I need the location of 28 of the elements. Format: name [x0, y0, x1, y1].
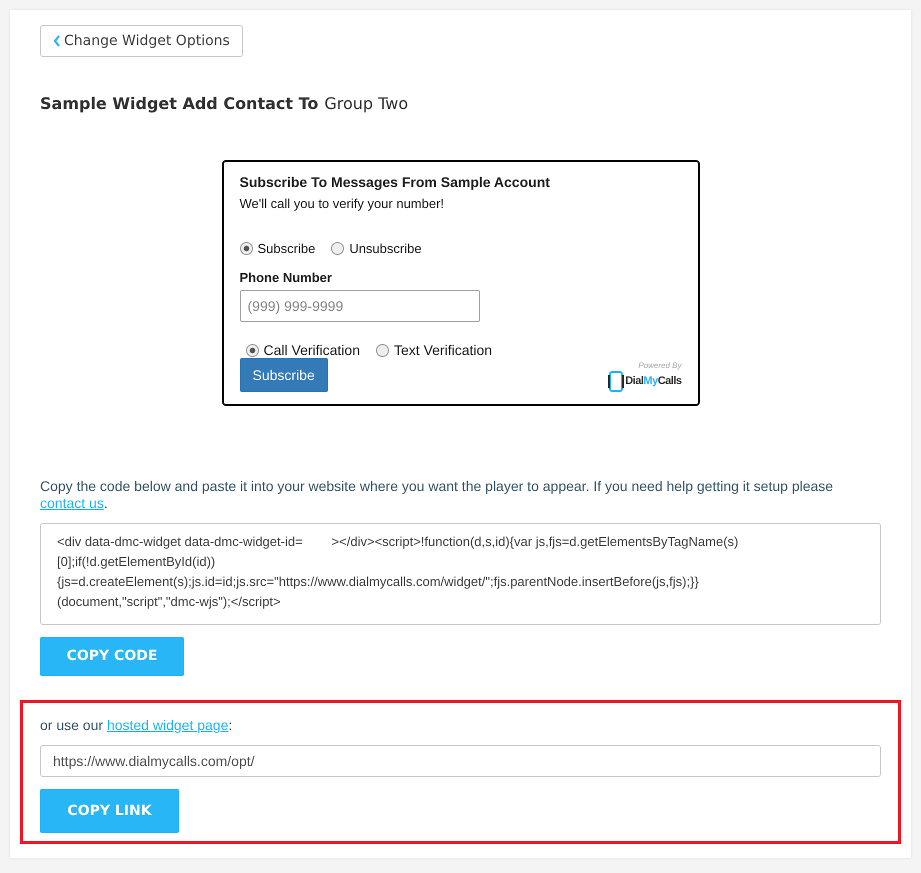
radio-button[interactable]	[376, 344, 389, 356]
chevron-left-icon	[53, 35, 61, 47]
radio-label: Call Verification	[264, 342, 360, 358]
phone-number-label: Phone Number	[240, 270, 333, 285]
widget-subtitle: We'll call you to verify your number!	[240, 196, 446, 211]
subscribe-button[interactable]: Subscribe	[240, 358, 328, 392]
phone-icon	[608, 370, 624, 392]
copy-code-button[interactable]: COPY CODE	[40, 636, 184, 676]
instructions-text: Copy the code below and paste it into your website where you want the player to appear. If you need help getting it setup please contact us.	[40, 478, 834, 512]
hosted-widget-page-link[interactable]: hosted widget page	[106, 717, 228, 733]
radio-label: Subscribe	[258, 241, 316, 256]
hosted-page-text: or use our hosted widget page:	[40, 717, 234, 733]
hosted-url-field[interactable]: https://www.dialmycalls.com/opt/	[40, 745, 881, 777]
embed-code-field[interactable]: <div data-dmc-widget data-dmc-widget-id= ></div><script>!function(d,s,id){var js,fjs=d.getElementsByTagName(s) [0];if(!d.getElementById(id)) {js=d.createElement(s);js.id=id;js.src="https://www.dialmycalls.com/widget/";fjs.parentNode.insertBefore(js,fjs);}} (document,"script","dmc-wjs");</script>	[40, 523, 881, 625]
contact-us-link[interactable]: contact us	[40, 495, 104, 511]
radio-button[interactable]	[240, 242, 252, 255]
brand-logo-text: DialMyCalls	[625, 375, 682, 387]
group-name: Group Two	[324, 94, 408, 113]
radio-label: Text Verification	[394, 342, 492, 358]
radio-button[interactable]	[246, 344, 258, 356]
widget-heading: Sample Widget Add Contact To	[40, 94, 318, 113]
radio-label: Unsubscribe	[349, 241, 422, 256]
phone-number-field[interactable]: (999) 999-9999	[240, 290, 480, 322]
widget-title: Subscribe To Messages From Sample Account	[240, 174, 551, 190]
radio-button[interactable]	[331, 242, 344, 255]
change-widget-options-button[interactable]: Change Widget Options	[40, 25, 243, 57]
copy-link-button[interactable]: COPY LINK	[40, 789, 179, 833]
powered-by-text: Powered By	[638, 361, 682, 370]
